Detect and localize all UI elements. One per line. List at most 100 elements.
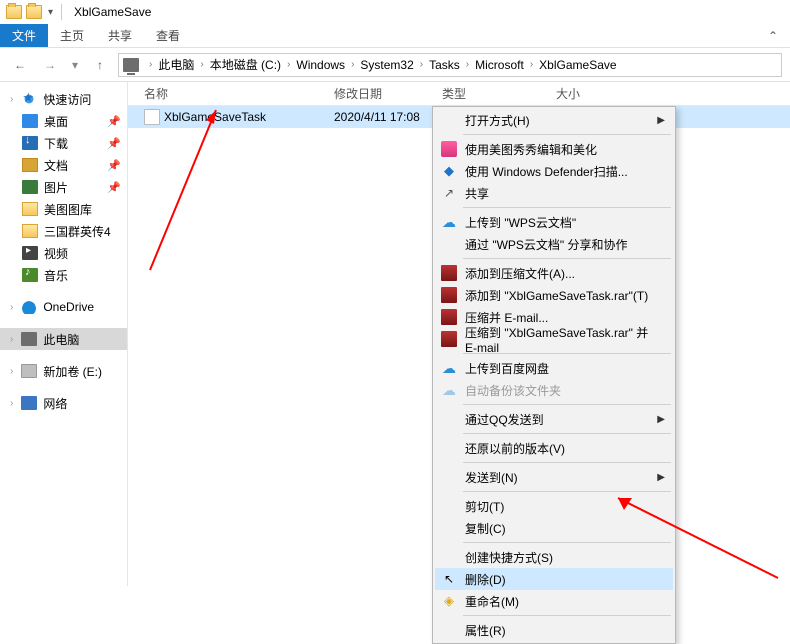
- rar-icon: [441, 265, 457, 281]
- ctx-restore[interactable]: 还原以前的版本(V): [435, 437, 673, 459]
- forward-button[interactable]: →: [38, 53, 62, 77]
- separator: [463, 491, 671, 492]
- ctx-shortcut[interactable]: 创建快捷方式(S): [435, 546, 673, 568]
- drive-icon: [21, 364, 37, 378]
- ctx-label: 添加到 "XblGameSaveTask.rar"(T): [465, 287, 648, 304]
- ctx-rename[interactable]: 重命名(M): [435, 590, 673, 612]
- pc-icon: [21, 332, 37, 346]
- ctx-label: 自动备份该文件夹: [465, 382, 561, 399]
- sidebar-network[interactable]: 网络: [0, 392, 127, 414]
- folder-icon: [22, 202, 38, 216]
- ctx-send-to[interactable]: 发送到(N)▶: [435, 466, 673, 488]
- shield-icon: [441, 163, 457, 179]
- folder-icon: [6, 5, 22, 19]
- window-title: XblGameSave: [74, 5, 151, 19]
- sidebar-item-downloads[interactable]: 下载📌: [0, 132, 127, 154]
- tab-file[interactable]: 文件: [0, 24, 48, 47]
- crumb[interactable]: XblGameSave: [539, 58, 616, 72]
- pin-icon: 📌: [107, 181, 121, 194]
- sidebar-label: 三国群英传4: [44, 223, 111, 240]
- file-name: XblGameSaveTask: [164, 110, 266, 124]
- ctx-label: 使用美图秀秀编辑和美化: [465, 141, 597, 158]
- ctx-label: 重命名(M): [465, 593, 519, 610]
- ctx-wps-share[interactable]: 通过 "WPS云文档" 分享和协作: [435, 233, 673, 255]
- ctx-label: 通过 "WPS云文档" 分享和协作: [465, 236, 628, 253]
- col-size[interactable]: 大小: [522, 85, 586, 102]
- separator: [61, 4, 62, 20]
- recent-chevron-icon[interactable]: ▾: [68, 53, 82, 77]
- sidebar-item-meitu[interactable]: 美图图库: [0, 198, 127, 220]
- ctx-wps-upload[interactable]: 上传到 "WPS云文档": [435, 211, 673, 233]
- pin-icon: 📌: [107, 115, 121, 128]
- crumb[interactable]: Windows: [296, 58, 345, 72]
- sidebar-this-pc[interactable]: 此电脑: [0, 328, 127, 350]
- sidebar-label: 文档: [44, 157, 68, 174]
- crumb[interactable]: System32: [360, 58, 413, 72]
- ctx-label: 删除(D): [465, 571, 506, 588]
- back-button[interactable]: ←: [8, 53, 32, 77]
- chevron-right-icon: ▶: [657, 472, 665, 483]
- ctx-meitu-edit[interactable]: 使用美图秀秀编辑和美化: [435, 138, 673, 160]
- rar-icon: [441, 331, 457, 347]
- crumb[interactable]: 此电脑: [158, 56, 194, 73]
- crumb[interactable]: Microsoft: [475, 58, 524, 72]
- cloud-icon: [21, 300, 37, 314]
- col-type[interactable]: 类型: [436, 85, 522, 102]
- sidebar-drive-e[interactable]: 新加卷 (E:): [0, 360, 127, 382]
- sidebar-item-music[interactable]: 音乐: [0, 264, 127, 286]
- crumb-sep[interactable]: ›: [145, 59, 156, 70]
- sidebar-item-videos[interactable]: 视频: [0, 242, 127, 264]
- sidebar-quick-access[interactable]: 快速访问: [0, 88, 127, 110]
- ctx-copy[interactable]: 复制(C): [435, 517, 673, 539]
- chevron-right-icon: ▶: [657, 414, 665, 425]
- sidebar-label: 桌面: [44, 113, 68, 130]
- tab-home[interactable]: 主页: [48, 24, 96, 47]
- uac-shield-icon: [441, 593, 457, 609]
- titlebar: ▾ XblGameSave: [0, 0, 790, 24]
- file-icon: [144, 109, 160, 125]
- tab-share[interactable]: 共享: [96, 24, 144, 47]
- crumb[interactable]: 本地磁盘 (C:): [210, 56, 281, 73]
- tab-view[interactable]: 查看: [144, 24, 192, 47]
- ctx-share[interactable]: 共享: [435, 182, 673, 204]
- file-date: 2020/4/11 17:08: [328, 110, 436, 124]
- separator: [463, 404, 671, 405]
- separator: [463, 258, 671, 259]
- network-icon: [21, 396, 37, 410]
- col-name[interactable]: 名称: [138, 85, 328, 102]
- ctx-properties[interactable]: 属性(R): [435, 619, 673, 641]
- sidebar-label: 快速访问: [43, 91, 91, 108]
- ctx-rar-addto[interactable]: 添加到 "XblGameSaveTask.rar"(T): [435, 284, 673, 306]
- ctx-label: 上传到 "WPS云文档": [465, 214, 576, 231]
- ctx-baidu-upload[interactable]: 上传到百度网盘: [435, 357, 673, 379]
- sidebar-item-documents[interactable]: 文档 📌: [0, 154, 127, 176]
- qat-chevron-icon[interactable]: ▾: [48, 7, 53, 18]
- separator: [463, 542, 671, 543]
- pin-icon: 📌: [107, 159, 121, 172]
- ctx-label: 压缩到 "XblGameSaveTask.rar" 并 E-mail: [465, 324, 655, 355]
- ctx-delete[interactable]: 删除(D): [435, 568, 673, 590]
- column-headers: 名称 修改日期 类型 大小: [128, 82, 790, 106]
- crumb[interactable]: Tasks: [429, 58, 460, 72]
- ctx-rar-add[interactable]: 添加到压缩文件(A)...: [435, 262, 673, 284]
- music-icon: [22, 268, 38, 282]
- ctx-defender-scan[interactable]: 使用 Windows Defender扫描...: [435, 160, 673, 182]
- document-icon: [22, 158, 38, 172]
- col-date[interactable]: 修改日期: [328, 85, 436, 102]
- pc-icon: [123, 58, 139, 72]
- ctx-rar-email-to[interactable]: 压缩到 "XblGameSaveTask.rar" 并 E-mail: [435, 328, 673, 350]
- ribbon-collapse-icon[interactable]: ⌃: [756, 24, 790, 47]
- ctx-label: 复制(C): [465, 520, 506, 537]
- ctx-qq-send[interactable]: 通过QQ发送到▶: [435, 408, 673, 430]
- ctx-open-with[interactable]: 打开方式(H)▶: [435, 109, 673, 131]
- sidebar-item-pictures[interactable]: 图片 📌: [0, 176, 127, 198]
- sidebar-label: 图片: [44, 179, 68, 196]
- up-button[interactable]: ↑: [88, 53, 112, 77]
- sidebar-item-sanguo[interactable]: 三国群英传4: [0, 220, 127, 242]
- chevron-right-icon: ▶: [657, 115, 665, 126]
- address-bar[interactable]: › 此电脑› 本地磁盘 (C:)› Windows› System32› Tas…: [118, 53, 782, 77]
- sidebar-item-desktop[interactable]: 桌面 📌: [0, 110, 127, 132]
- sidebar-label: 下载: [44, 135, 68, 152]
- sidebar-onedrive[interactable]: OneDrive: [0, 296, 127, 318]
- ctx-cut[interactable]: 剪切(T): [435, 495, 673, 517]
